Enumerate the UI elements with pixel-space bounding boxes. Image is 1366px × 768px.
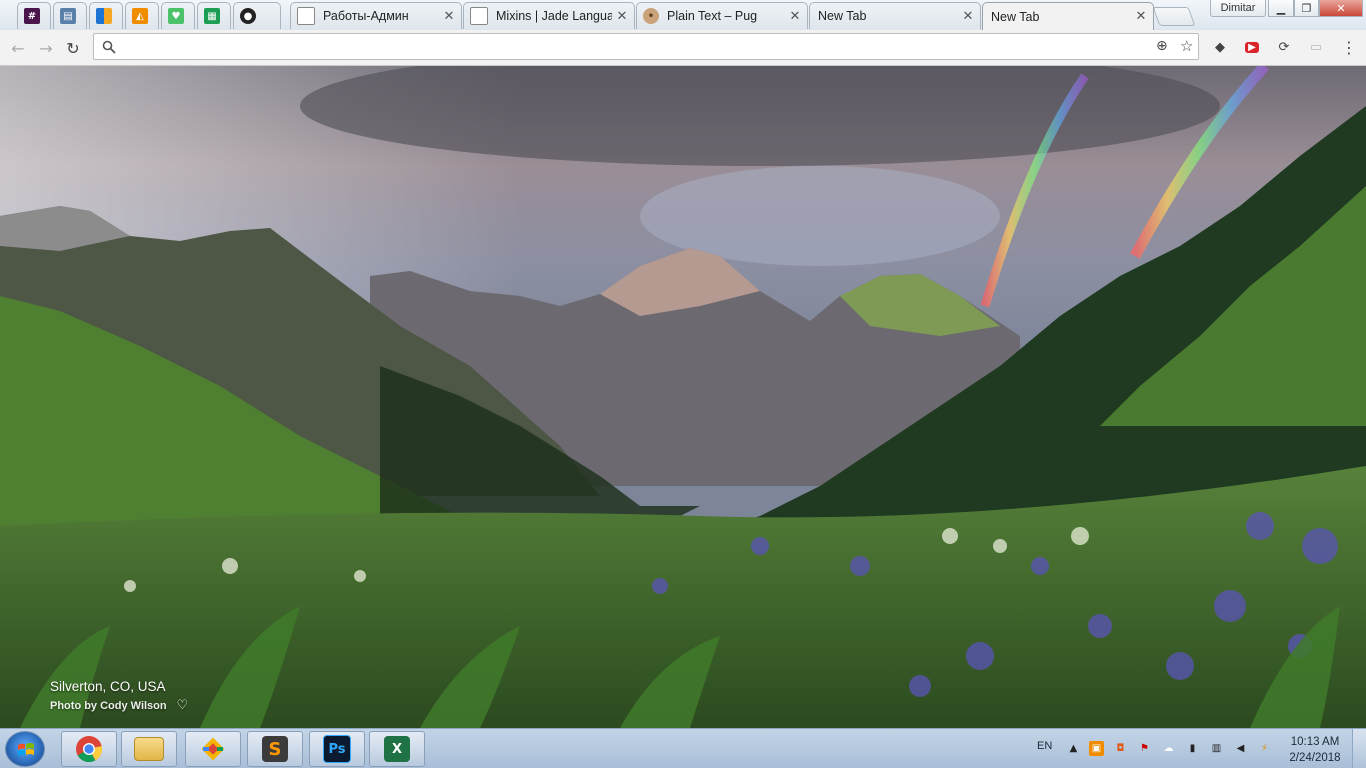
location-target-icon[interactable]: ⊕	[1156, 38, 1168, 54]
search-icon	[102, 40, 116, 54]
photoshop-icon: Ps	[323, 735, 351, 763]
tab-pinned-grid[interactable]	[89, 2, 123, 29]
forward-arrow-icon: →	[39, 38, 53, 58]
red-extension-icon: ▶	[1245, 41, 1259, 53]
tray-power-icon[interactable]: ⚡	[1257, 741, 1272, 756]
minimize-icon: ▁	[1276, 1, 1286, 15]
close-tab-icon[interactable]: ✕	[616, 9, 628, 24]
page-icon	[297, 7, 315, 25]
forward-button[interactable]: →	[36, 38, 56, 58]
tab-title: Mixins | Jade Language	[496, 9, 612, 23]
windows-start-icon	[18, 743, 34, 756]
close-tab-icon[interactable]: ✕	[789, 9, 801, 24]
windows-taskbar: S Ps X EN ▲ ▣ ◘ ⚑ ☁ ▮ ▥ ◀ ⚡ 10:13 AM 2/2…	[0, 728, 1366, 768]
tab-new-tab[interactable]: New Tab ✕	[809, 2, 981, 29]
back-arrow-icon: ←	[11, 38, 25, 58]
eraser-icon: ◆	[1215, 39, 1225, 55]
star-icon[interactable]: ☆	[1180, 37, 1193, 55]
taskbar-git[interactable]	[185, 731, 241, 767]
folder-icon	[134, 737, 164, 761]
tab-pinned-github[interactable]: ●	[233, 2, 281, 29]
tray-up-arrow-icon[interactable]: ▲	[1066, 741, 1081, 756]
sublime-text-icon: S	[262, 736, 288, 762]
back-button[interactable]: ←	[8, 38, 28, 58]
eraser-extension[interactable]: ◆	[1211, 38, 1229, 56]
close-icon: ✕	[1336, 1, 1346, 15]
tray-volume-icon[interactable]: ◀	[1233, 741, 1248, 756]
pug-icon: •	[643, 8, 659, 24]
close-tab-icon[interactable]: ✕	[1135, 9, 1147, 24]
cast-icon: ▭	[1309, 39, 1323, 55]
tab-title: New Tab	[818, 9, 867, 23]
tray-app2-icon[interactable]: ◘	[1113, 741, 1128, 756]
tab-title: Plain Text – Pug	[667, 9, 758, 23]
tray-usb-icon[interactable]: ▮	[1185, 741, 1200, 756]
tab-plain-text-pug[interactable]: • Plain Text – Pug ✕	[636, 2, 808, 29]
taskbar-photoshop[interactable]: Ps	[309, 731, 365, 767]
profile-button[interactable]: Dimitar	[1210, 0, 1266, 17]
photo-location: Silverton, CO, USA	[50, 679, 166, 694]
language-indicator[interactable]: EN	[1037, 740, 1052, 752]
close-window-button[interactable]: ✕	[1319, 0, 1363, 17]
tray-network-icon[interactable]: ▥	[1209, 741, 1224, 756]
chrome-icon	[76, 736, 103, 763]
close-tab-icon[interactable]: ✕	[443, 9, 455, 24]
show-desktop-button[interactable]	[1352, 729, 1366, 768]
red-extension[interactable]: ▶	[1243, 38, 1261, 56]
taskbar-excel[interactable]: X	[369, 731, 425, 767]
reload-button[interactable]: ↻	[63, 38, 83, 58]
cast-extension[interactable]: ▭	[1307, 38, 1325, 56]
tray-app1-icon[interactable]: ▣	[1089, 741, 1104, 756]
taskbar-chrome[interactable]	[61, 731, 117, 767]
restore-icon: ❐	[1301, 1, 1312, 15]
taskbar-clock[interactable]: 10:13 AM 2/24/2018	[1282, 734, 1348, 766]
git-diamond-icon	[201, 737, 225, 761]
ladder-icon: ◭	[132, 8, 148, 24]
start-button[interactable]	[5, 731, 45, 767]
new-tab-button[interactable]	[1152, 7, 1196, 26]
kebab-menu-icon: ⋮	[1341, 37, 1357, 57]
chrome-menu-button[interactable]: ⋮	[1340, 37, 1358, 57]
minimize-button[interactable]: ▁	[1268, 0, 1294, 17]
restore-button[interactable]: ❐	[1294, 0, 1319, 17]
tab-pinned-doc[interactable]: ▤	[53, 2, 87, 29]
page-icon	[470, 7, 488, 25]
taskbar-explorer[interactable]	[121, 731, 177, 767]
heart-icon[interactable]: ♡	[176, 698, 188, 713]
browser-toolbar: ← → ↻ ⊕ ☆ ◆ ▶ ⟳ ▭ ⋮	[0, 30, 1366, 66]
excel-icon: X	[384, 736, 410, 762]
tab-pinned-hearts[interactable]: ♥	[161, 2, 195, 29]
doc-icon: ▤	[60, 8, 76, 24]
photo-author-link[interactable]: Photo by Cody Wilson	[50, 700, 167, 712]
clock-date: 2/24/2018	[1289, 752, 1341, 764]
grid-icon	[96, 8, 112, 24]
sync-icon: ⟳	[1278, 39, 1290, 55]
tab-title: New Tab	[991, 9, 1040, 24]
landscape-image	[0, 66, 1366, 728]
taskbar-sublime[interactable]: S	[247, 731, 303, 767]
new-tab-background-photo: Silverton, CO, USA Photo by Cody Wilson …	[0, 66, 1366, 728]
hearts-icon: ♥	[168, 8, 184, 24]
tab-mixins-jade[interactable]: Mixins | Jade Language ✕	[463, 2, 635, 29]
tray-flag-icon[interactable]: ⚑	[1137, 741, 1152, 756]
sync-extension[interactable]: ⟳	[1275, 38, 1293, 56]
photo-credit: Silverton, CO, USA Photo by Cody Wilson …	[50, 679, 188, 713]
tab-pinned-sheets[interactable]: ▦	[197, 2, 231, 29]
close-tab-icon[interactable]: ✕	[962, 9, 974, 24]
tab-title: Работы-Админ	[323, 9, 409, 23]
address-bar[interactable]: ⊕ ☆	[93, 33, 1199, 60]
tab-pinned-slack[interactable]: #	[17, 2, 51, 29]
github-icon: ●	[240, 8, 256, 24]
sheets-icon: ▦	[204, 8, 220, 24]
tab-strip: # ▤ ◭ ♥ ▦ ● Работы-Админ ✕ Mixins | Jade…	[0, 0, 1366, 30]
tab-new-tab-active[interactable]: New Tab ✕	[982, 2, 1154, 30]
slack-icon: #	[24, 8, 40, 24]
address-input[interactable]	[122, 37, 1146, 57]
tab-raboty-admin[interactable]: Работы-Админ ✕	[290, 2, 462, 29]
clock-time: 10:13 AM	[1290, 736, 1340, 748]
tray-cloud-icon[interactable]: ☁	[1161, 741, 1176, 756]
reload-icon: ↻	[66, 38, 80, 58]
tab-pinned-ladder[interactable]: ◭	[125, 2, 159, 29]
